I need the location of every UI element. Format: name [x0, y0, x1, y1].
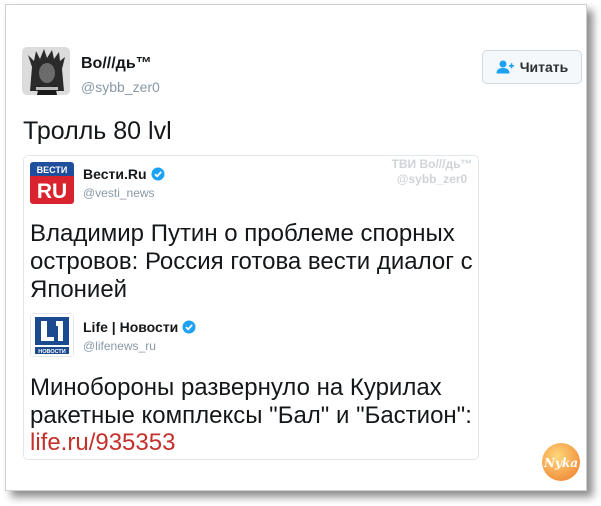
vesti-logo-bottom: RU — [37, 180, 67, 203]
tweet-text: Тролль 80 lvl — [23, 117, 172, 145]
quoted-author-handle[interactable]: @vesti_news — [83, 186, 155, 200]
indian-chief-icon — [22, 47, 70, 95]
nested-author-name[interactable]: Life | Новости — [83, 319, 196, 335]
vesti-logo[interactable]: ВЕСТИ RU — [30, 162, 74, 204]
author-avatar[interactable] — [22, 47, 70, 95]
author-handle[interactable]: @sybb_zer0 — [81, 79, 160, 95]
watermark: ТВИ Во///дь™ @sybb_zer0 — [382, 157, 482, 187]
vesti-logo-top: ВЕСТИ — [37, 165, 68, 175]
nested-tweet-link[interactable]: life.ru/935353 — [30, 429, 175, 457]
nyka-logo-icon: Nyka — [542, 443, 580, 481]
life-logo-icon: НОВОСТИ — [30, 313, 74, 357]
site-logo: Nyka — [540, 441, 582, 483]
nested-author-name-text: Life | Новости — [83, 319, 179, 335]
follow-button[interactable]: Читать — [482, 50, 582, 84]
watermark-line-2: @sybb_zer0 — [396, 172, 468, 186]
quoted-author-name[interactable]: Вести.Ru — [83, 166, 165, 182]
watermark-line-1: ТВИ Во///дь™ — [391, 157, 473, 171]
nested-tweet-text: Минобороны развернуло на Курилах ракетны… — [30, 374, 472, 429]
site-logo-text: Nyka — [543, 456, 578, 470]
add-user-icon — [496, 60, 514, 74]
life-logo[interactable]: НОВОСТИ — [30, 313, 74, 357]
follow-button-label: Читать — [519, 59, 569, 75]
quoted-tweet-text: Владимир Путин о проблеме спорных остров… — [30, 220, 473, 303]
vesti-logo-icon: ВЕСТИ RU — [30, 162, 74, 204]
quoted-author-name-text: Вести.Ru — [83, 166, 147, 182]
verified-badge-icon — [182, 320, 196, 334]
verified-badge-icon — [151, 167, 165, 181]
nested-author-handle[interactable]: @lifenews_ru — [83, 339, 156, 353]
author-name[interactable]: Во///дь™ — [81, 55, 152, 73]
life-logo-caption: НОВОСТИ — [38, 349, 66, 355]
